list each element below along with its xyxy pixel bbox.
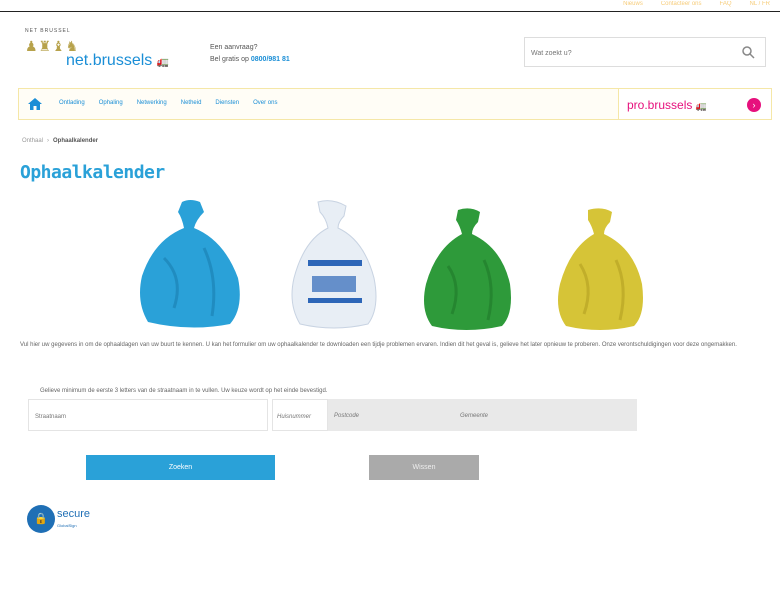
intro-text: Vul hier uw gegevens in om de ophaaldage… [20,342,737,348]
top-link-faq[interactable]: FAQ [720,1,732,7]
address-form: Straatnaam Huisnummer Postcode Gemeente [28,399,637,431]
hotline-prefix: Bel gratis op [210,56,249,63]
nav-item-ophaling[interactable]: Ophaling [99,100,123,106]
yellow-bag-image [552,206,648,332]
nav-list: Ontlading Ophaling Netwerking Netheid Di… [59,100,277,106]
logo-small-text: NET BRUSSEL [25,28,71,34]
top-bar: Nieuws Contacteer ons FAQ NL / FR [0,0,780,12]
home-icon[interactable] [28,98,42,110]
hotline: Een aanvraag? Bel gratis op 0800/981 81 [210,42,290,66]
top-link-contact[interactable]: Contacteer ons [661,1,702,7]
nav-item-ontlading[interactable]: Ontlading [59,100,85,106]
green-bag-image [418,206,516,332]
secure-title: secure [57,508,91,520]
breadcrumb-current: Ophaalkalender [53,138,99,144]
nav-item-netheid[interactable]: Netheid [181,100,202,106]
breadcrumb-separator: › [47,138,50,144]
top-links: Nieuws Contacteer ons FAQ NL / FR [623,1,770,7]
pro-label-text: pro.brussels [627,98,693,112]
street-field[interactable]: Straatnaam [28,399,268,431]
form-note: Gelieve minimum de eerste 3 letters van … [40,388,328,394]
truck-icon: 🚛 [695,101,707,111]
nav-item-netwerking[interactable]: Netwerking [137,100,167,106]
site-search [524,37,766,67]
blue-bag-image [134,198,246,330]
white-bag-image [286,198,382,330]
pro-label: pro.brussels 🚛 [627,98,707,112]
postcode-field: Postcode [334,413,360,419]
search-button[interactable]: Zoeken [86,455,275,480]
breadcrumb: Onthaal › Ophaalkalender [22,138,98,144]
secure-subtitle: GlobalSign [57,523,77,528]
breadcrumb-home[interactable]: Onthaal [22,138,43,144]
logo-brand: net.brussels 🚛 [66,52,169,70]
search-icon[interactable] [741,45,755,59]
top-link-news[interactable]: Nieuws [623,1,643,7]
hotline-line1: Een aanvraag? [210,44,258,51]
main-nav: Ontlading Ophaling Netwerking Netheid Di… [18,88,618,120]
arrow-right-icon[interactable]: › [747,98,761,112]
house-number-field[interactable]: Huisnummer [272,399,328,431]
pro-brussels-link[interactable]: pro.brussels 🚛 › [618,88,772,120]
nav-item-diensten[interactable]: Diensten [215,100,239,106]
truck-icon: 🚛 [156,57,170,68]
postcode-municipality-field: Postcode Gemeente [328,399,637,431]
secure-badge[interactable]: 🔒 secure GlobalSign [27,505,109,535]
clear-button[interactable]: Wissen [369,455,479,480]
municipality-field: Gemeente [460,413,489,419]
hotline-line2: Bel gratis op 0800/981 81 [210,54,290,66]
nav-item-over-ons[interactable]: Over ons [253,100,277,106]
top-link-language[interactable]: NL / FR [750,1,770,7]
hotline-number[interactable]: 0800/981 81 [251,56,290,63]
page-title: Ophaalkalender [20,162,165,183]
site-logo[interactable]: NET BRUSSEL ♟♜♝♞ net.brussels 🚛 [22,22,192,72]
logo-brand-text: net.brussels [66,52,153,69]
lock-icon: 🔒 [27,505,55,533]
search-input[interactable] [531,46,721,60]
